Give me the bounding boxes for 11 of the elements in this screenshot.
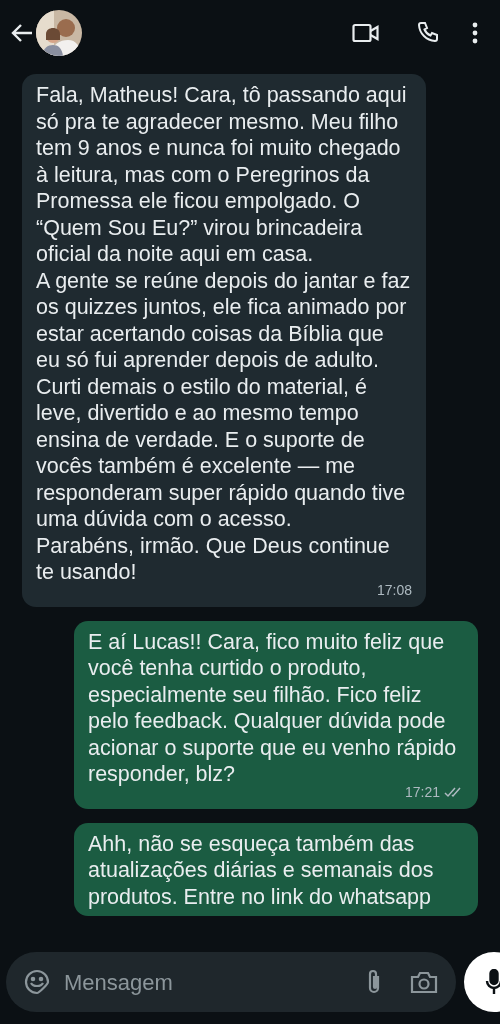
sticker-icon — [24, 969, 50, 995]
menu-icon — [472, 22, 478, 44]
message-input[interactable]: Mensagem — [64, 965, 352, 999]
message-field[interactable]: Mensagem — [6, 952, 456, 1012]
camera-icon — [410, 970, 438, 994]
message-text: Ahh, não se esqueça também das atualizações diárias e semanais dos produtos. Entre no link do whatsapp — [88, 830, 435, 910]
phone-icon — [416, 21, 440, 45]
microphone-icon — [485, 969, 500, 995]
back-arrow-icon — [11, 23, 33, 43]
video-camera-icon — [352, 23, 380, 43]
paperclip-icon — [366, 968, 382, 996]
